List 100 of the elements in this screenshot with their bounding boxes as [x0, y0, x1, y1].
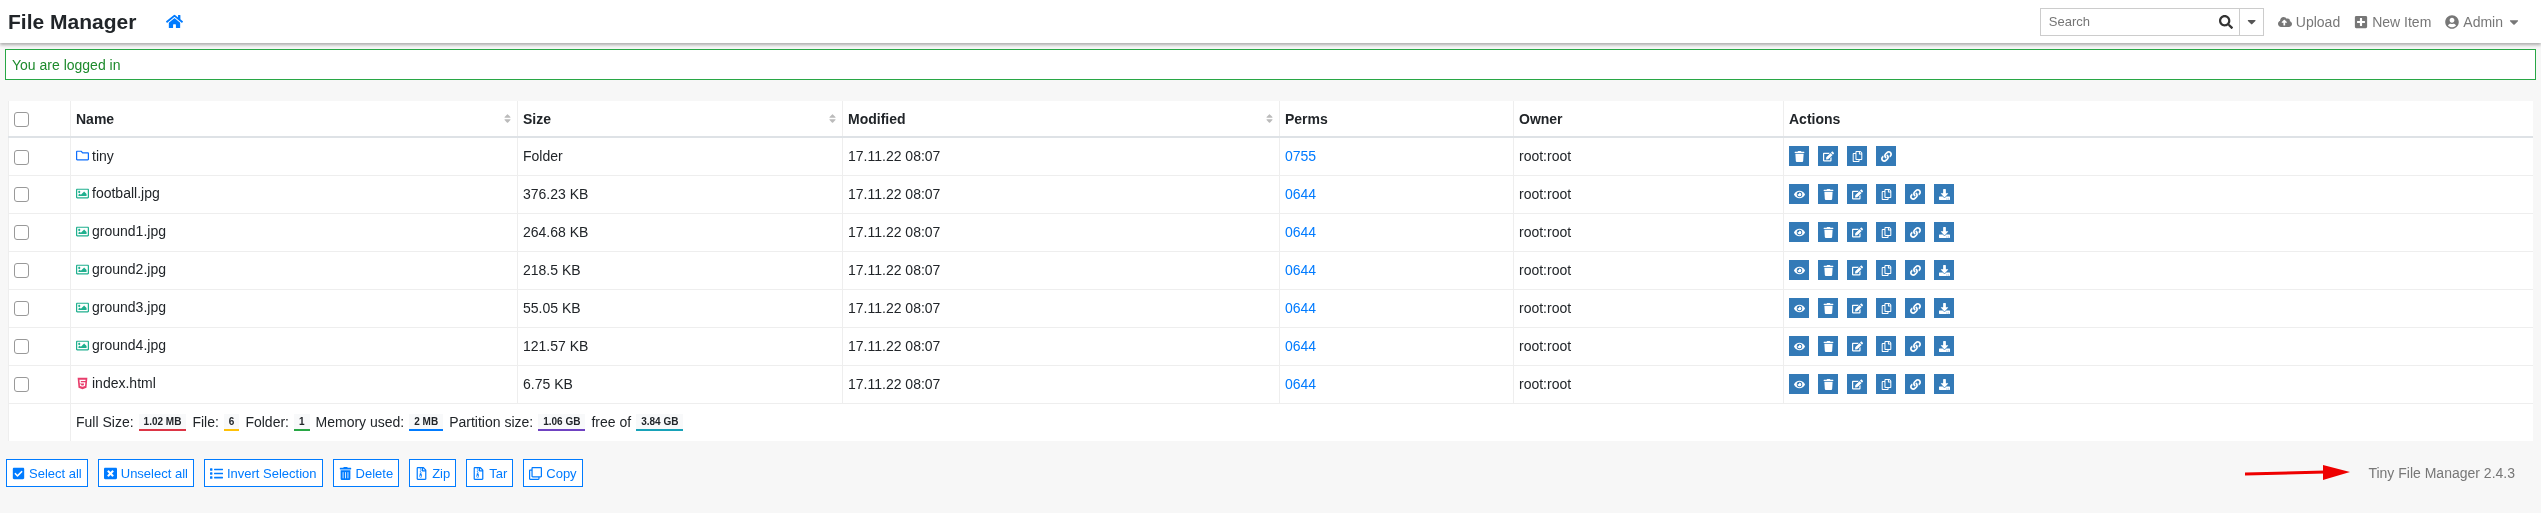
copy-button[interactable] [1876, 222, 1896, 242]
trash-icon [1822, 378, 1834, 390]
rename-button[interactable] [1818, 146, 1838, 167]
perms-link[interactable]: 0644 [1285, 338, 1317, 354]
view-button[interactable] [1789, 336, 1809, 356]
download-icon [1938, 188, 1950, 200]
search-box[interactable]: Search [2039, 7, 2264, 36]
link-button[interactable] [1876, 146, 1896, 167]
delete-button[interactable] [1818, 336, 1838, 356]
table-cell: root:root [1513, 213, 1784, 251]
column-header[interactable]: Name [70, 101, 518, 137]
checkbox[interactable] [14, 339, 29, 355]
download-button[interactable] [1934, 336, 1954, 356]
summary-value: 1.06 GB [538, 413, 586, 431]
perms-link[interactable]: 0755 [1285, 148, 1317, 165]
summary-label: File: [192, 414, 219, 431]
eye-icon [1793, 226, 1805, 238]
user-link[interactable]: Admin [2445, 13, 2521, 30]
checkbox[interactable] [14, 263, 29, 279]
file-link[interactable]: ground1.jpg [92, 223, 166, 240]
rename-button[interactable] [1847, 184, 1867, 204]
delete-button[interactable] [1818, 222, 1838, 242]
perms-link[interactable]: 0644 [1285, 224, 1317, 240]
link-button[interactable] [1905, 222, 1925, 242]
column-header[interactable]: Size [517, 101, 843, 137]
upload-link[interactable]: Upload [2277, 13, 2341, 30]
delete-button[interactable] [1789, 146, 1809, 167]
download-button[interactable] [1934, 374, 1954, 394]
copy-button[interactable] [1876, 184, 1896, 204]
file-link[interactable]: ground3.jpg [92, 299, 166, 316]
rename-button[interactable] [1847, 222, 1867, 242]
folder-icon [76, 149, 89, 162]
perms-link[interactable]: 0644 [1285, 262, 1317, 278]
zip-button[interactable]: Zip [409, 459, 457, 487]
file-link[interactable]: tiny [92, 147, 114, 164]
file-link[interactable]: ground2.jpg [92, 261, 166, 278]
edit-icon [1822, 150, 1834, 162]
perms-link[interactable]: 0644 [1285, 376, 1317, 392]
view-button[interactable] [1789, 298, 1809, 318]
checkbox[interactable] [14, 301, 29, 317]
download-button[interactable] [1934, 298, 1954, 318]
delete-button[interactable] [1818, 260, 1838, 280]
rename-button[interactable] [1847, 336, 1867, 356]
view-button[interactable] [1789, 374, 1809, 394]
delete-button[interactable] [1818, 298, 1838, 318]
copy-button[interactable] [1876, 336, 1896, 356]
view-button[interactable] [1789, 260, 1809, 280]
select-button[interactable]: Select all [6, 459, 88, 487]
invert-button[interactable]: Invert Selection [203, 459, 323, 487]
link-button[interactable] [1905, 336, 1925, 356]
table-cell: root:root [1513, 251, 1784, 289]
delete-button[interactable] [1818, 184, 1838, 204]
copy-icon [1880, 264, 1892, 276]
perms-link[interactable]: 0644 [1285, 186, 1317, 202]
table-cell: 17.11.22 08:07 [842, 365, 1280, 403]
checkbox[interactable] [14, 149, 29, 165]
file-link[interactable]: football.jpg [92, 185, 160, 202]
unselect-button[interactable]: Unselect all [97, 459, 194, 487]
new-link[interactable]: New Item [2354, 13, 2432, 30]
rename-button[interactable] [1847, 374, 1867, 394]
link-icon [1909, 188, 1921, 200]
table-cell: root:root [1513, 137, 1784, 175]
copy-button[interactable]: Copy [523, 459, 583, 487]
copy-button[interactable] [1876, 260, 1896, 280]
view-button[interactable] [1789, 184, 1809, 204]
checkbox[interactable] [14, 111, 29, 127]
file-link[interactable]: index.html [92, 375, 156, 392]
table-cell: 6.75 KB [517, 365, 843, 403]
summary-label: Folder: [245, 414, 289, 431]
checkbox[interactable] [14, 187, 29, 203]
download-button[interactable] [1934, 222, 1954, 242]
perms-link[interactable]: 0644 [1285, 300, 1317, 316]
download-icon [1938, 226, 1950, 238]
tar-button[interactable]: Tar [466, 459, 514, 487]
download-button[interactable] [1934, 184, 1954, 204]
file-link[interactable]: ground4.jpg [92, 337, 166, 354]
download-button[interactable] [1934, 260, 1954, 280]
copy-button[interactable] [1876, 298, 1896, 318]
rename-button[interactable] [1847, 298, 1867, 318]
view-button[interactable] [1789, 222, 1809, 242]
rename-button[interactable] [1847, 260, 1867, 280]
copy-button[interactable] [1876, 374, 1896, 394]
link-icon [1909, 302, 1921, 314]
column-header[interactable]: Modified [842, 101, 1280, 137]
link-button[interactable] [1905, 298, 1925, 318]
copy-icon [1880, 340, 1892, 352]
checkbox[interactable] [14, 225, 29, 241]
app-title: File Manager [8, 9, 137, 34]
checkbox[interactable] [14, 377, 29, 393]
delete-button[interactable] [1818, 374, 1838, 394]
home-icon[interactable] [166, 13, 184, 30]
link-button[interactable] [1905, 184, 1925, 204]
link-button[interactable] [1905, 260, 1925, 280]
trash-icon [1822, 340, 1834, 352]
link-button[interactable] [1905, 374, 1925, 394]
delete-button[interactable]: Delete [332, 459, 400, 487]
image-icon [76, 262, 89, 276]
trash-icon [1822, 264, 1834, 276]
copy-button[interactable] [1847, 146, 1867, 167]
table-cell: root:root [1513, 327, 1784, 365]
